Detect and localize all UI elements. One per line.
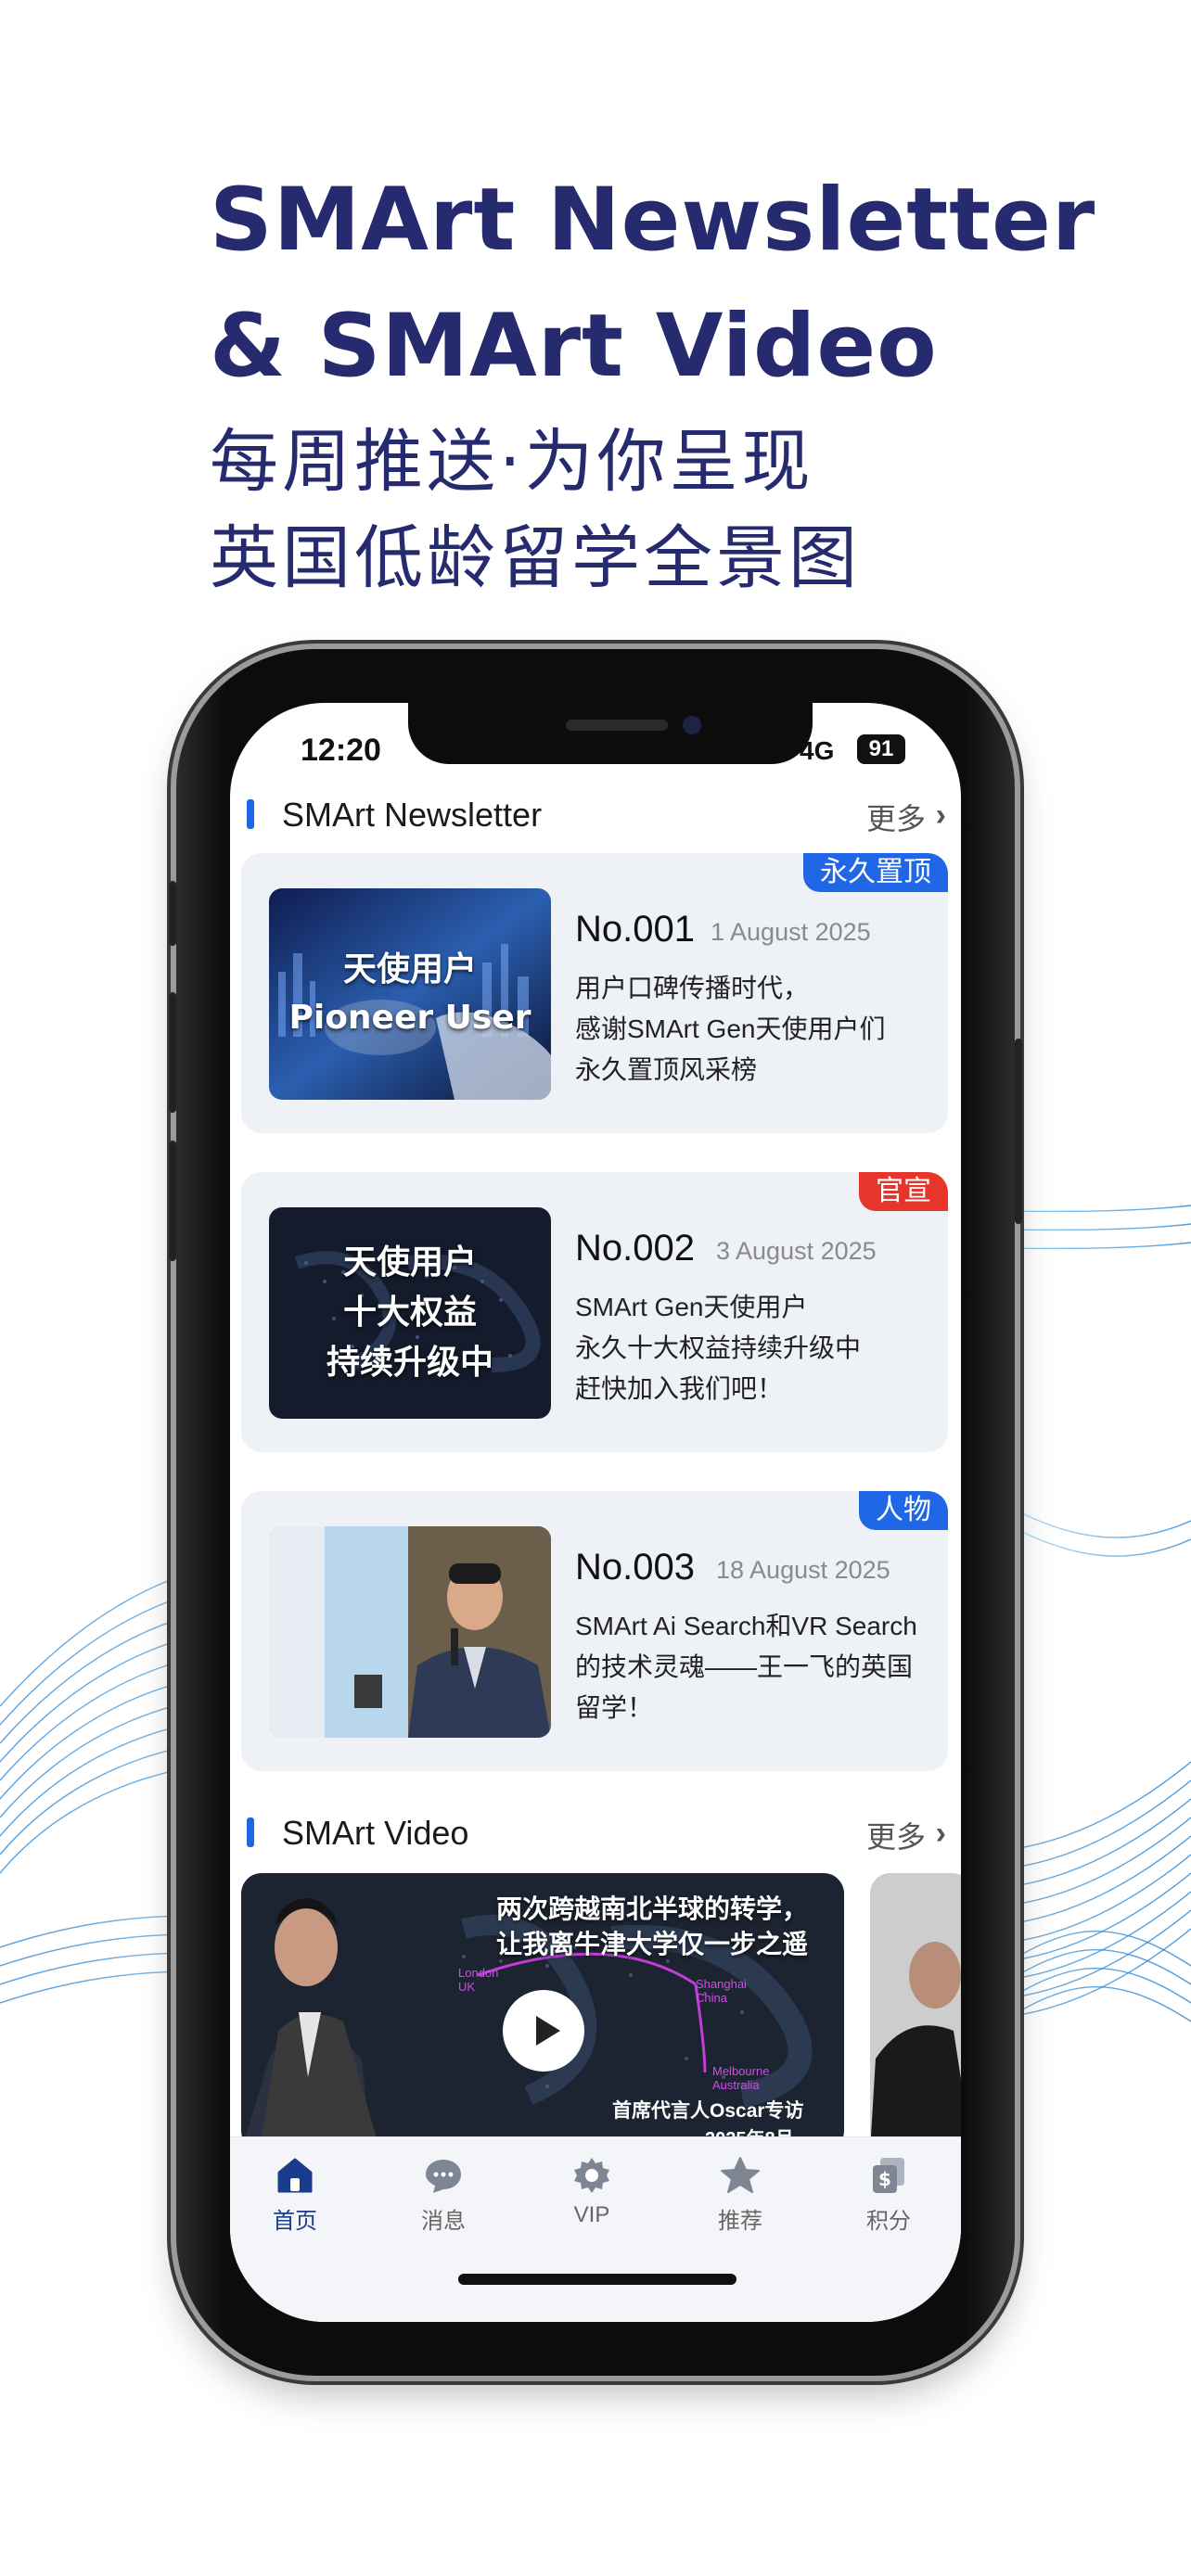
newsletter-card-2[interactable]: 官宣 天使用户 十大权益 持续升级中 No.002 3 August 2025 … (241, 1172, 948, 1452)
thumb-1-line-1: 天使用户 (342, 950, 477, 988)
star-icon (721, 2157, 760, 2193)
tab-points[interactable]: $ 积分 (833, 2154, 944, 2235)
play-button[interactable] (503, 1990, 584, 2072)
tab-vip[interactable]: VIP (536, 2154, 647, 2228)
card-2-thumbnail: 天使用户 十大权益 持续升级中 (269, 1207, 551, 1419)
bottom-tab-bar: 首页 消息 VIP 推荐 $ 积分 (230, 2136, 961, 2322)
tab-home-label: 首页 (273, 2209, 317, 2234)
video-section-title: SMArt Video (282, 1814, 469, 1852)
silent-switch (169, 881, 176, 946)
map-label-australia: Australia (712, 2078, 760, 2092)
thumb-2-line-1: 天使用户 (342, 1243, 477, 1282)
next-video-card[interactable] (870, 1873, 961, 2151)
card-2-desc-line-3: 赶快加入我们吧！ (575, 1374, 784, 1403)
newsletter-card-1[interactable]: 永久置顶 天使用户 Pioneer User No.001 1 August 2… (241, 853, 948, 1133)
card-3-desc-line-2: 的技术灵魂——王一飞的英国 (575, 1652, 914, 1681)
status-time: 12:20 (301, 733, 381, 768)
newsletter-card-3[interactable]: 人物 No.003 18 August 2025 SMArt Ai Search… (241, 1491, 948, 1771)
next-video-thumbnail (870, 1873, 961, 2151)
card-2-number: No.002 (575, 1228, 695, 1269)
headline-subtitle-line1: 每周推送·为你呈现 (210, 422, 814, 502)
featured-video-card[interactable]: 两次跨越南北半球的转学， 让我离牛津大学仅一步之遥 London UK Shan… (241, 1873, 844, 2151)
card-2-description: SMArt Gen天使用户 永久十大权益持续升级中 赶快加入我们吧！ (575, 1287, 937, 1409)
card-1-desc-line-2: 感谢SMArt Gen天使用户们 (575, 1014, 886, 1043)
section-accent-bar (247, 1817, 254, 1847)
tab-recommend-label: 推荐 (718, 2209, 762, 2234)
power-button (1015, 1039, 1022, 1224)
front-camera (683, 716, 701, 734)
card-1-thumbnail: 天使用户 Pioneer User (269, 888, 551, 1100)
notch (408, 703, 813, 764)
chevron-right-icon[interactable]: › (936, 797, 946, 834)
chevron-right-icon[interactable]: › (936, 1816, 946, 1852)
card-3-description: SMArt Ai Search和VR Search 的技术灵魂——王一飞的英国 … (575, 1606, 937, 1728)
home-indicator[interactable] (458, 2274, 736, 2285)
newsletter-section-title: SMArt Newsletter (282, 796, 543, 834)
promo-headline: SMArt Newsletter & SMArt Video 每周推送·为你呈现… (210, 158, 1137, 606)
video-section-header: SMArt Video 更多 › (230, 1804, 961, 1860)
headline-title-line1: SMArt Newsletter (210, 170, 1096, 271)
tab-points-label: 积分 (866, 2209, 911, 2234)
map-label-shanghai: Shanghai (696, 1977, 747, 1991)
play-icon[interactable] (503, 1990, 584, 2072)
card-2-date: 3 August 2025 (716, 1237, 877, 1265)
phone-frame: 12:20 4G 91 SMArt Newsletter 更多 › 永久置顶 天… (169, 649, 1022, 2376)
card-1-description: 用户口碑传播时代， 感谢SMArt Gen天使用户们 永久置顶风采榜 (575, 968, 937, 1090)
card-2-desc-line-1: SMArt Gen天使用户 (575, 1293, 808, 1321)
card-badge-pinned: 永久置顶 (803, 853, 948, 892)
home-icon (277, 2158, 313, 2193)
card-3-desc-line-3: 留学！ (575, 1693, 654, 1722)
card-3-desc-line-1: SMArt Ai Search和VR Search (575, 1612, 917, 1640)
tab-vip-label: VIP (573, 2202, 610, 2227)
card-1-desc-line-1: 用户口碑传播时代， (575, 974, 810, 1002)
tab-home[interactable]: 首页 (239, 2154, 351, 2235)
card-1-date: 1 August 2025 (711, 918, 871, 946)
video-headline-line-1: 两次跨越南北半球的转学， (496, 1894, 809, 1923)
video-headline-line-2: 让我离牛津大学仅一步之遥 (496, 1930, 809, 1958)
headline-title-line2: & SMArt Video (210, 296, 938, 397)
card-badge-official: 官宣 (859, 1172, 948, 1211)
gear-vip-icon (574, 2158, 609, 2193)
speaker-grille (566, 720, 668, 731)
volume-down-button (169, 1141, 176, 1261)
video-caption: 首席代言人Oscar专访 (612, 2100, 804, 2122)
map-label-china: China (696, 1991, 727, 2005)
tab-messages-label: 消息 (421, 2209, 466, 2234)
status-network: 4G (800, 736, 835, 765)
tab-recommend[interactable]: 推荐 (685, 2154, 796, 2235)
map-label-melbourne: Melbourne (712, 2064, 770, 2078)
card-2-desc-line-2: 永久十大权益持续升级中 (575, 1333, 862, 1362)
volume-up-button (169, 992, 176, 1113)
newsletter-section-header: SMArt Newsletter 更多 › (230, 786, 961, 842)
thumb-2-line-2: 十大权益 (342, 1294, 477, 1332)
map-label-london: London (458, 1966, 499, 1980)
app-screen: 12:20 4G 91 SMArt Newsletter 更多 › 永久置顶 天… (230, 703, 961, 2322)
card-3-thumbnail (269, 1526, 551, 1738)
thumb-2-line-3: 持续升级中 (326, 1344, 493, 1382)
tab-messages[interactable]: 消息 (388, 2154, 499, 2235)
newsletter-more-link[interactable]: 更多 (866, 796, 926, 838)
thumb-1-line-2: Pioneer User (288, 999, 531, 1037)
card-badge-person: 人物 (859, 1491, 948, 1530)
chat-icon (426, 2160, 461, 2193)
card-3-date: 18 August 2025 (716, 1556, 890, 1584)
headline-subtitle-line2: 英国低龄留学全景图 (210, 518, 861, 598)
card-1-desc-line-3: 永久置顶风采榜 (575, 1055, 758, 1084)
battery-indicator: 91 (857, 734, 905, 764)
video-more-link[interactable]: 更多 (866, 1814, 926, 1856)
map-label-uk: UK (458, 1980, 476, 1994)
section-accent-bar (247, 799, 254, 829)
card-1-number: No.001 (575, 909, 695, 950)
svg-text:$: $ (878, 2168, 891, 2190)
points-icon: $ (873, 2158, 904, 2193)
card-3-number: No.003 (575, 1547, 695, 1588)
